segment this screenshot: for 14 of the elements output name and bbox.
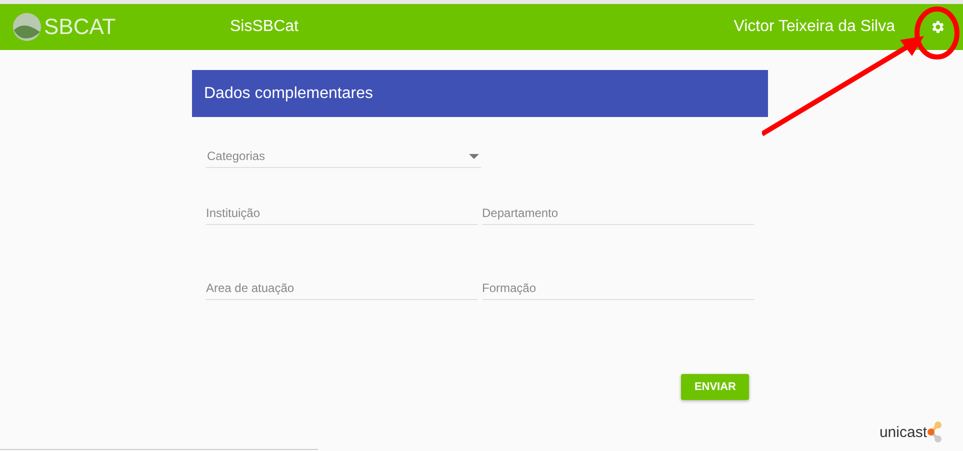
app-title: SisSBCat: [230, 18, 300, 36]
card-title: Dados complementares: [204, 84, 373, 102]
nodes-logo-icon: [927, 421, 943, 443]
input-field[interactable]: Departamento: [482, 202, 754, 225]
submit-button[interactable]: ENVIAR: [681, 374, 749, 400]
caret-icon: [469, 154, 479, 158]
categories-select[interactable]: Categorias: [206, 145, 481, 168]
input-field[interactable]: Instituição: [206, 202, 478, 225]
input-field[interactable]: Formação: [482, 277, 754, 300]
input-field[interactable]: Area de atuação: [206, 277, 478, 300]
logo-text: SBCAT: [44, 14, 116, 40]
user-name: Victor Teixeira da Silva: [732, 18, 895, 36]
brand-logo-text: unicast: [879, 424, 927, 440]
globe-logo-icon: [12, 12, 42, 42]
